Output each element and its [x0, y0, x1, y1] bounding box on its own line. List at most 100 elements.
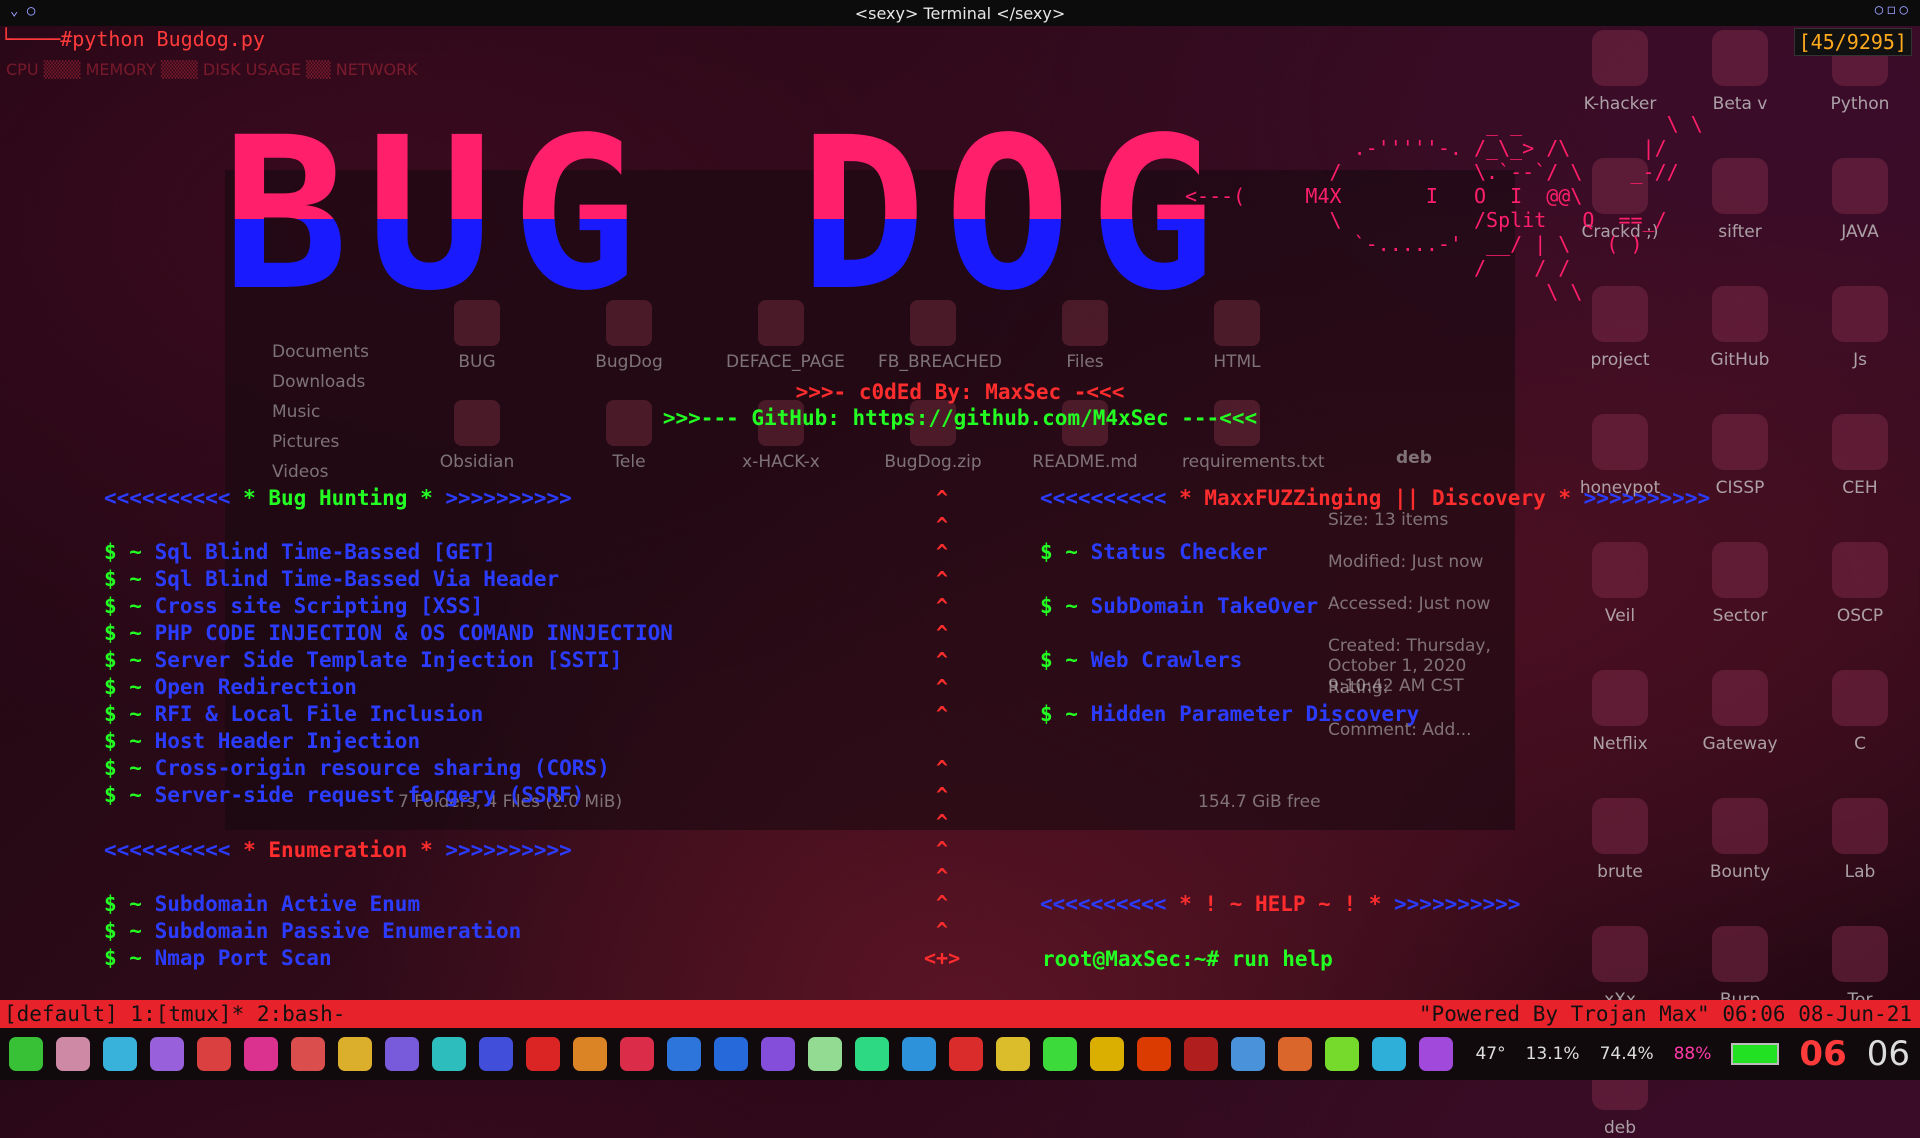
app-icon [1832, 798, 1888, 854]
taskbar-app-icon[interactable] [1325, 1037, 1359, 1071]
sidebar-item[interactable]: Videos [272, 462, 329, 482]
menu-item[interactable]: $ ~ Sql Blind Time-Bassed Via Header [104, 567, 559, 591]
desktop-icon[interactable]: C [1800, 670, 1920, 754]
desktop-icon[interactable]: Burp [1680, 926, 1800, 1010]
caret-mark: ^ [936, 756, 949, 780]
taskbar-app-icon[interactable] [1184, 1037, 1218, 1071]
app-icon [1712, 798, 1768, 854]
taskbar-app-icon[interactable] [479, 1037, 513, 1071]
menu-item[interactable]: $ ~ Open Redirection [104, 675, 357, 699]
desktop-icon[interactable]: xXx [1560, 926, 1680, 1010]
desktop-icon[interactable]: Veil [1560, 542, 1680, 626]
taskbar: 47° 13.1% 74.4% 88% 06 06 [0, 1028, 1920, 1080]
menu-item[interactable]: $ ~ Subdomain Passive Enumeration [104, 919, 521, 943]
desktop-icon[interactable]: Netflix [1560, 670, 1680, 754]
menu-item[interactable]: $ ~ Nmap Port Scan [104, 946, 332, 970]
taskbar-app-icon[interactable] [1419, 1037, 1453, 1071]
taskbar-app-icon[interactable] [855, 1037, 889, 1071]
window-controls[interactable]: ○◻○ [1875, 2, 1912, 18]
taskbar-app-icon[interactable] [244, 1037, 278, 1071]
taskbar-app-icon[interactable] [432, 1037, 466, 1071]
menu-item[interactable]: $ ~ Status Checker [1040, 540, 1268, 564]
taskbar-app-icon[interactable] [620, 1037, 654, 1071]
taskbar-app-icon[interactable] [291, 1037, 325, 1071]
clock-hour: 06 [1799, 1034, 1847, 1074]
taskbar-app-icon[interactable] [1137, 1037, 1171, 1071]
taskbar-app-icon[interactable] [667, 1037, 701, 1071]
taskbar-app-icon[interactable] [996, 1037, 1030, 1071]
sidebar-item[interactable]: Pictures [272, 432, 339, 452]
menu-item[interactable]: $ ~ RFI & Local File Inclusion [104, 702, 483, 726]
menu-item[interactable]: $ ~ Host Header Injection [104, 729, 420, 753]
menu-item[interactable]: $ ~ Server-side request forgery (SSRF) [104, 783, 584, 807]
taskbar-app-icon[interactable] [714, 1037, 748, 1071]
taskbar-app-icon[interactable] [808, 1037, 842, 1071]
taskbar-app-icon[interactable] [103, 1037, 137, 1071]
taskbar-app-icon[interactable] [761, 1037, 795, 1071]
window-titlebar: ⌄ ○ <sexy> Terminal </sexy> ○◻○ [0, 0, 1920, 26]
app-icon [1712, 158, 1768, 214]
taskbar-app-icon[interactable] [338, 1037, 372, 1071]
desktop-icon-label: Js [1853, 350, 1867, 370]
root-prompt[interactable]: root@MaxSec:~# run help [1042, 947, 1333, 971]
sysmon-ghost: CPU ▒▒▒ MEMORY ▒▒▒ DISK USAGE ▒▒ NETWORK [6, 60, 418, 79]
desktop-icon[interactable]: Sector [1680, 542, 1800, 626]
caret-mark: ^ [936, 567, 949, 591]
taskbar-app-icon[interactable] [526, 1037, 560, 1071]
taskbar-app-icon[interactable] [197, 1037, 231, 1071]
file-label: x-HACK-x [742, 452, 820, 472]
taskbar-app-icon[interactable] [56, 1037, 90, 1071]
desktop-icon[interactable]: K-hacker [1560, 30, 1680, 114]
taskbar-app-icon[interactable] [949, 1037, 983, 1071]
desktop-icon-label: Bounty [1709, 862, 1771, 882]
taskbar-app-icon[interactable] [573, 1037, 607, 1071]
file-label: README.md [1032, 452, 1138, 472]
desktop-icon[interactable]: Gateway [1680, 670, 1800, 754]
menu-item[interactable]: $ ~ Web Crawlers [1040, 648, 1242, 672]
app-icon [1712, 30, 1768, 86]
desktop-icon[interactable]: Bounty [1680, 798, 1800, 882]
taskbar-app-icon[interactable] [9, 1037, 43, 1071]
taskbar-app-icon[interactable] [1090, 1037, 1124, 1071]
menu-item[interactable]: $ ~ Cross site Scripting [XSS] [104, 594, 483, 618]
menu-item[interactable]: $ ~ Sql Blind Time-Bassed [GET] [104, 540, 496, 564]
menu-item[interactable]: $ ~ Hidden Parameter Discovery [1040, 702, 1419, 726]
props-row: Rating: [1328, 678, 1389, 698]
desktop-icon[interactable]: Lab [1800, 798, 1920, 882]
desktop-icon-label: JAVA [1841, 222, 1879, 242]
taskbar-app-icon[interactable] [150, 1037, 184, 1071]
desktop-icon-label: C [1854, 734, 1866, 754]
file-label: Files [1066, 352, 1104, 372]
menu-item[interactable]: $ ~ Server Side Template Injection [SSTI… [104, 648, 622, 672]
battery-readout: 88% [1673, 1044, 1712, 1064]
desktop-icon[interactable]: Tor [1800, 926, 1920, 1010]
taskbar-app-icon[interactable] [385, 1037, 419, 1071]
desktop-icon[interactable]: Beta v [1680, 30, 1800, 114]
menu-item[interactable]: $ ~ Subdomain Active Enum [104, 892, 420, 916]
taskbar-app-icon[interactable] [1043, 1037, 1077, 1071]
window-menu-icon[interactable]: ⌄ ○ [10, 3, 35, 19]
desktop-icon-label: K-hacker [1583, 94, 1657, 114]
caret-mark: ^ [936, 918, 949, 942]
desktop-icon[interactable]: brute [1560, 798, 1680, 882]
ascii-dog-art: _ _ \ \ .-'''''-. /_\_> /\ |/ / \.`--`/ … [1185, 112, 1703, 304]
app-icon [1832, 670, 1888, 726]
menu-item[interactable]: $ ~ SubDomain TakeOver [1040, 594, 1318, 618]
taskbar-app-icon[interactable] [1372, 1037, 1406, 1071]
taskbar-app-icon[interactable] [902, 1037, 936, 1071]
tmux-session-windows[interactable]: [default] 1:[tmux]* 2:bash- [4, 1000, 345, 1028]
menu-item[interactable]: $ ~ PHP CODE INJECTION & OS COMAND INNJE… [104, 621, 673, 645]
sidebar-item[interactable]: Documents [272, 342, 369, 362]
caret-mark: ^ [936, 594, 949, 618]
desktop-icon[interactable]: JAVA [1800, 158, 1920, 242]
desktop-icon[interactable]: Js [1800, 286, 1920, 370]
taskbar-app-icon[interactable] [1231, 1037, 1265, 1071]
menu-item[interactable]: $ ~ Cross-origin resource sharing (CORS) [104, 756, 610, 780]
file-label: BugDog [595, 352, 663, 372]
file-label: Obsidian [439, 452, 515, 472]
desktop-icon[interactable]: OSCP [1800, 542, 1920, 626]
props-row: Size: 13 items [1328, 510, 1449, 530]
props-row: Modified: Just now [1328, 552, 1484, 572]
taskbar-app-icon[interactable] [1278, 1037, 1312, 1071]
github-line[interactable]: >>>--- GitHub: https://github.com/M4xSec… [0, 406, 1920, 430]
